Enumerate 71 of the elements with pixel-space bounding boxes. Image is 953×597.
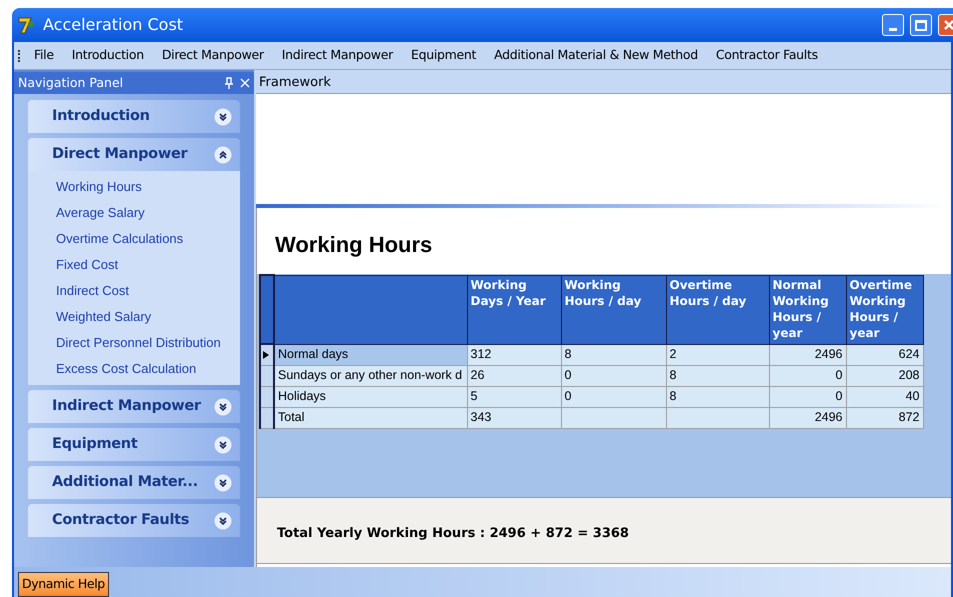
nav-link[interactable]: Weighted Salary xyxy=(56,307,240,327)
current-row-icon xyxy=(261,350,271,360)
column-header[interactable]: Overtime Hours / day xyxy=(666,275,769,344)
table-cell: 343 xyxy=(467,407,561,428)
table-cell: 624 xyxy=(846,344,923,365)
row-header[interactable] xyxy=(260,386,274,407)
close-icon[interactable] xyxy=(240,78,250,88)
expand-icon[interactable] xyxy=(214,436,232,454)
table-cell: Total xyxy=(274,407,467,428)
panel-title: Navigation Panel xyxy=(18,74,124,92)
table-cell: 8 xyxy=(666,386,769,407)
table-cell: 0 xyxy=(769,386,846,407)
column-header[interactable]: Overtime Working Hours / year xyxy=(846,275,923,344)
table-cell: 872 xyxy=(846,407,923,428)
row-header[interactable] xyxy=(260,407,274,428)
dynamic-help-tab[interactable]: Dynamic Help xyxy=(18,572,109,597)
menu-item[interactable]: Introduction xyxy=(62,46,153,65)
pin-icon[interactable] xyxy=(224,77,234,89)
row-header[interactable] xyxy=(260,344,274,365)
corner-cell xyxy=(260,275,274,344)
table-cell: 0 xyxy=(561,386,666,407)
table-cell: 26 xyxy=(467,365,561,386)
table-cell: Holidays xyxy=(274,386,467,407)
table-cell: 2496 xyxy=(769,407,846,428)
column-header[interactable]: Normal Working Hours / year xyxy=(769,275,846,344)
close-icon xyxy=(943,19,953,31)
group-header[interactable]: Additional Mater... xyxy=(28,466,240,499)
menu-item[interactable]: Additional Material & New Method xyxy=(485,46,707,65)
table-cell: 8 xyxy=(666,365,769,386)
menu-item[interactable]: Equipment xyxy=(402,46,486,65)
nav-link[interactable]: Indirect Cost xyxy=(56,281,240,301)
group-header[interactable]: Introduction xyxy=(28,100,240,133)
table-cell: 5 xyxy=(467,386,561,407)
row-header[interactable] xyxy=(260,365,274,386)
menu-item[interactable]: File xyxy=(25,46,63,65)
table-cell: Sundays or any other non-work d xyxy=(274,365,467,386)
column-header[interactable]: Working Days / Year xyxy=(467,275,561,344)
menu-item[interactable]: Indirect Manpower xyxy=(272,46,402,65)
table-cell: 40 xyxy=(846,386,923,407)
table-cell: 208 xyxy=(846,365,923,386)
table-cell: 2 xyxy=(666,344,769,365)
table-cell: 312 xyxy=(467,344,561,365)
group-header[interactable]: Indirect Manpower xyxy=(28,390,240,423)
column-header[interactable]: Working Hours / day xyxy=(561,275,666,344)
table-cell: Normal days xyxy=(274,344,467,365)
table-cell: 8 xyxy=(561,344,666,365)
nav-link[interactable]: Fixed Cost xyxy=(56,255,240,275)
expand-icon[interactable] xyxy=(214,512,232,530)
table-cell: 0 xyxy=(769,365,846,386)
expand-icon[interactable] xyxy=(214,108,232,126)
group-header[interactable]: Contractor Faults xyxy=(28,504,240,537)
summary-text: Total Yearly Working Hours : 2496 + 872 = 3368 xyxy=(277,524,629,543)
group-header[interactable]: Direct Manpower xyxy=(28,138,240,171)
menu-item[interactable]: Direct Manpower xyxy=(152,46,273,65)
group-header[interactable]: Equipment xyxy=(28,428,240,461)
table-cell: 2496 xyxy=(769,344,846,365)
page-title: Working Hours xyxy=(274,231,434,259)
nav-link[interactable]: Overtime Calculations xyxy=(56,229,240,249)
nav-link[interactable]: Direct Personnel Distribution xyxy=(56,333,240,353)
minimize-button[interactable] xyxy=(882,14,904,36)
app-logo-icon xyxy=(17,15,37,35)
expand-icon[interactable] xyxy=(214,474,232,492)
window-title: Acceleration Cost xyxy=(43,14,184,36)
expand-icon[interactable] xyxy=(214,398,232,416)
nav-link[interactable]: Average Salary xyxy=(56,203,240,223)
collapse-icon[interactable] xyxy=(214,146,232,164)
nav-link[interactable]: Excess Cost Calculation xyxy=(56,359,240,379)
table-cell: 0 xyxy=(561,365,666,386)
maximize-button[interactable] xyxy=(910,14,932,36)
nav-link[interactable]: Working Hours xyxy=(56,177,240,197)
menu-item[interactable]: Contractor Faults xyxy=(706,46,827,65)
